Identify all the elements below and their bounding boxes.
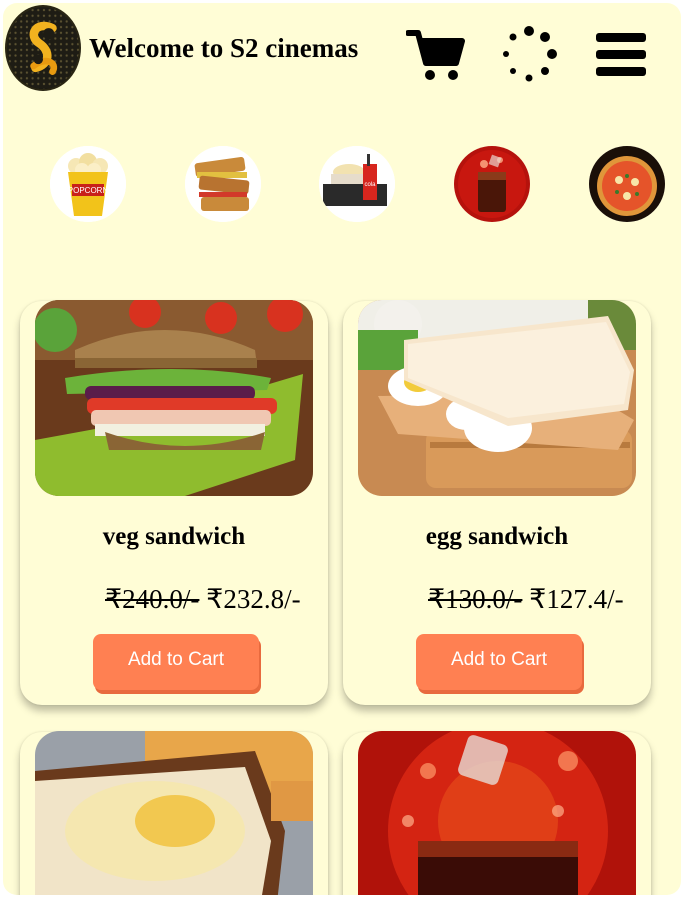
pizza-image bbox=[589, 146, 665, 222]
product-card bbox=[343, 731, 651, 895]
add-to-cart-button[interactable]: Add to Cart bbox=[416, 634, 582, 690]
popcorn-image: POPCORN bbox=[50, 146, 126, 222]
product-image bbox=[35, 300, 313, 496]
product-image bbox=[358, 731, 636, 895]
combo-image: cola bbox=[319, 146, 395, 222]
discounted-price: ₹232.8/- bbox=[206, 584, 301, 614]
product-card: egg sandwich ₹130.0/- ₹127.4/- Add to Ca… bbox=[343, 300, 651, 705]
product-price: ₹130.0/- ₹127.4/- bbox=[428, 584, 624, 615]
menu-icon[interactable] bbox=[594, 31, 648, 79]
original-price: ₹130.0/- bbox=[428, 584, 523, 614]
product-image bbox=[35, 731, 313, 895]
svg-text:cola: cola bbox=[364, 182, 376, 188]
product-name: egg sandwich bbox=[425, 523, 569, 550]
svg-text:POPCORN: POPCORN bbox=[68, 186, 109, 195]
category-cold-drink[interactable] bbox=[454, 146, 530, 222]
category-popcorn[interactable]: POPCORN bbox=[50, 146, 126, 222]
category-pizza[interactable] bbox=[589, 146, 665, 222]
product-price: ₹240.0/- ₹232.8/- bbox=[105, 584, 301, 615]
discounted-price: ₹127.4/- bbox=[529, 584, 624, 614]
product-name: veg sandwich bbox=[102, 523, 246, 550]
add-to-cart-button[interactable]: Add to Cart bbox=[93, 634, 259, 690]
logo-image[interactable] bbox=[5, 5, 81, 91]
loading-icon bbox=[500, 25, 558, 83]
original-price: ₹240.0/- bbox=[105, 584, 200, 614]
category-combo[interactable]: cola bbox=[319, 146, 395, 222]
cart-icon[interactable] bbox=[405, 29, 466, 83]
site-title: Welcome to S2 cinemas bbox=[89, 33, 359, 63]
sandwich-image bbox=[185, 146, 261, 222]
cola-image bbox=[454, 146, 530, 222]
product-image bbox=[358, 300, 636, 496]
product-card bbox=[20, 731, 328, 895]
app-container: Welcome to S2 cinemas POPCORN cola veg s… bbox=[3, 3, 681, 895]
category-sandwich[interactable] bbox=[185, 146, 261, 222]
product-card: veg sandwich ₹240.0/- ₹232.8/- Add to Ca… bbox=[20, 300, 328, 705]
